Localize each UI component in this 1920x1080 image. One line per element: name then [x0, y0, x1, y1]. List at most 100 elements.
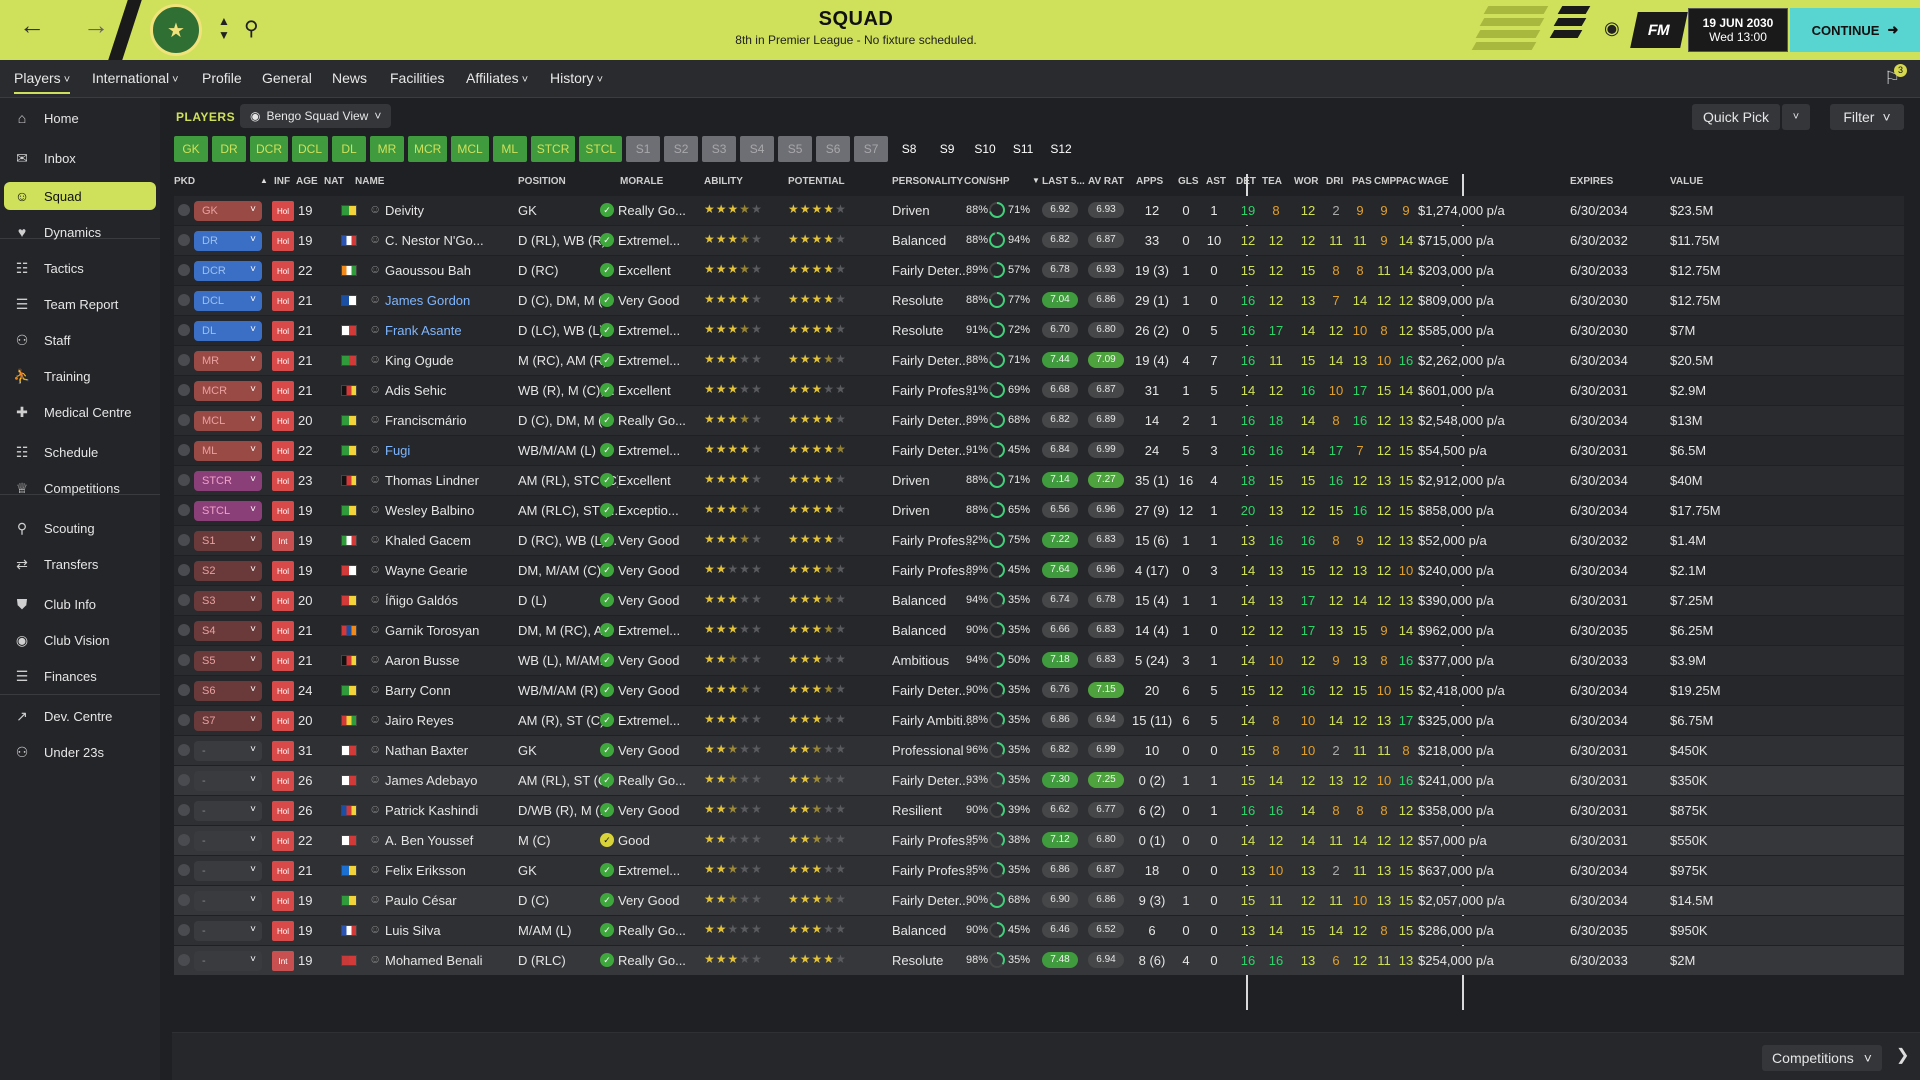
select-checkbox[interactable] [178, 444, 190, 456]
sidebar-item-squad[interactable]: ☺ Squad [4, 182, 156, 210]
position-picker[interactable]: MR ˅ [194, 351, 262, 371]
position-filter-dr[interactable]: DR [212, 136, 246, 162]
position-filter-s9[interactable]: S9 [930, 136, 964, 162]
player-name[interactable]: Barry Conn [385, 683, 517, 698]
table-row[interactable]: - ˅ Hol 19 ☺ Paulo César D (C) ✓ Very Good ★★★★★ ★… [174, 886, 1904, 915]
table-row[interactable]: S7 ˅ Hol 20 ☺ Jairo Reyes AM (R), ST (C) ✓ Extre… [174, 706, 1904, 735]
player-name[interactable]: Felix Eriksson [385, 863, 517, 878]
sidebar-item-club-info[interactable]: ⛊ Club Info [4, 590, 156, 618]
select-checkbox[interactable] [178, 834, 190, 846]
select-checkbox[interactable] [178, 954, 190, 966]
position-picker[interactable]: S2 ˅ [194, 561, 262, 581]
sort-arrow-icon[interactable]: ▲ [260, 176, 268, 185]
position-picker[interactable]: - ˅ [194, 831, 262, 851]
column-header-name[interactable]: NAME [355, 176, 384, 187]
column-header-wage[interactable]: WAGE [1418, 176, 1449, 187]
select-checkbox[interactable] [178, 264, 190, 276]
player-name[interactable]: Thomas Lindner [385, 473, 517, 488]
table-row[interactable]: DL ˅ Hol 21 ☺ Frank Asante D (LC), WB (L) ✓ Extr… [174, 316, 1904, 345]
menu-international[interactable]: International ˅ [92, 70, 179, 86]
table-row[interactable]: S2 ˅ Hol 19 ☺ Wayne Gearie DM, M/AM (C) ✓ Very G… [174, 556, 1904, 585]
position-picker[interactable]: S7 ˅ [194, 711, 262, 731]
position-filter-s7[interactable]: S7 [854, 136, 889, 162]
table-row[interactable]: S3 ˅ Hol 20 ☺ Íñigo Galdós D (L) ✓ Very Good ★★★★… [174, 586, 1904, 615]
position-picker[interactable]: DL ˅ [194, 321, 262, 341]
column-header-con[interactable]: CON/SHP [964, 176, 1010, 187]
column-header-wor[interactable]: WOR [1294, 176, 1318, 187]
select-checkbox[interactable] [178, 594, 190, 606]
table-row[interactable]: MCR ˅ Hol 21 ☺ Adis Sehic WB (R), M (C),... ✓ Ex… [174, 376, 1904, 405]
player-name[interactable]: Íñigo Galdós [385, 593, 517, 608]
position-filter-stcl[interactable]: STCL [579, 136, 623, 162]
column-header-tea[interactable]: TEA [1262, 176, 1282, 187]
position-picker[interactable]: - ˅ [194, 741, 262, 761]
table-row[interactable]: S1 ˅ Int 19 ☺ Khaled Gacem D (RC), WB (L)... ✓ V… [174, 526, 1904, 555]
competitions-dropdown[interactable]: Competitions ˅ [1762, 1045, 1882, 1071]
select-checkbox[interactable] [178, 474, 190, 486]
sidebar-item-under-23s[interactable]: ⚇ Under 23s [4, 738, 156, 766]
sidebar-item-staff[interactable]: ⚇ Staff [4, 326, 156, 354]
sidebar-item-home[interactable]: ⌂ Home [4, 104, 156, 132]
column-header-age[interactable]: AGE [296, 176, 318, 187]
column-header-pas[interactable]: PAS [1352, 176, 1372, 187]
table-row[interactable]: STCL ˅ Hol 19 ☺ Wesley Balbino AM (RLC), ST (.… [174, 496, 1904, 525]
player-name[interactable]: Khaled Gacem [385, 533, 517, 548]
column-header-pkd[interactable]: PKD [174, 176, 195, 187]
select-checkbox[interactable] [178, 774, 190, 786]
position-filter-mcl[interactable]: MCL [451, 136, 489, 162]
table-row[interactable]: - ˅ Hol 31 ☺ Nathan Baxter GK ✓ Very Good ★★★★★ ★★… [174, 736, 1904, 765]
column-header-apps[interactable]: APPS [1136, 176, 1163, 187]
position-picker[interactable]: GK ˅ [194, 201, 262, 221]
menu-general[interactable]: General [262, 70, 312, 86]
select-checkbox[interactable] [178, 894, 190, 906]
select-checkbox[interactable] [178, 804, 190, 816]
position-picker[interactable]: - ˅ [194, 951, 262, 971]
menu-players[interactable]: Players ˅ [14, 70, 71, 94]
chevron-down-icon[interactable]: ˅ [1782, 104, 1810, 130]
table-row[interactable]: - ˅ Int 19 ☺ Mohamed Benali D (RLC) ✓ Really Go.… [174, 946, 1904, 975]
select-checkbox[interactable] [178, 864, 190, 876]
select-checkbox[interactable] [178, 534, 190, 546]
select-checkbox[interactable] [178, 294, 190, 306]
position-filter-ml[interactable]: ML [492, 136, 527, 162]
position-picker[interactable]: S1 ˅ [194, 531, 262, 551]
select-checkbox[interactable] [178, 924, 190, 936]
position-filter-dcr[interactable]: DCR [250, 136, 288, 162]
player-name[interactable]: Deivity [385, 203, 517, 218]
position-filter-gk[interactable]: GK [174, 136, 208, 162]
table-row[interactable]: DR ˅ Hol 19 ☺ C. Nestor N'Go... D (RL), WB (R)… [174, 226, 1904, 255]
select-checkbox[interactable] [178, 234, 190, 246]
sidebar-item-club-vision[interactable]: ◉ Club Vision [4, 626, 156, 654]
menu-facilities[interactable]: Facilities [390, 70, 444, 86]
sidebar-item-finances[interactable]: ☰ Finances [4, 662, 156, 690]
position-picker[interactable]: DCR ˅ [194, 261, 262, 281]
sort-chevron-icon[interactable]: ▼ [1032, 176, 1040, 185]
table-row[interactable]: - ˅ Hol 21 ☺ Felix Eriksson GK ✓ Extremel... ★★★★… [174, 856, 1904, 885]
player-name[interactable]: Wesley Balbino [385, 503, 517, 518]
position-filter-dcl[interactable]: DCL [292, 136, 329, 162]
column-header-ast[interactable]: AST [1206, 176, 1226, 187]
player-name[interactable]: Gaoussou Bah [385, 263, 517, 278]
continue-button[interactable]: CONTINUE ➜ [1790, 8, 1920, 52]
column-header-avrat[interactable]: AV RAT [1088, 176, 1124, 187]
column-header-inf[interactable]: INF [274, 176, 290, 187]
position-picker[interactable]: - ˅ [194, 771, 262, 791]
player-name[interactable]: Mohamed Benali [385, 953, 517, 968]
sidebar-item-transfers[interactable]: ⇄ Transfers [4, 550, 156, 578]
table-row[interactable]: DCL ˅ Hol 21 ☺ James Gordon D (C), DM, M (... ✓… [174, 286, 1904, 315]
sidebar-item-tactics[interactable]: ☷ Tactics [4, 254, 156, 282]
position-picker[interactable]: - ˅ [194, 891, 262, 911]
table-row[interactable]: MCL ˅ Hol 20 ☺ Franciscmário D (C), DM, M (...… [174, 406, 1904, 435]
position-picker[interactable]: S3 ˅ [194, 591, 262, 611]
player-name[interactable]: James Adebayo [385, 773, 517, 788]
position-filter-s3[interactable]: S3 [702, 136, 737, 162]
column-header-expires[interactable]: EXPIRES [1570, 176, 1613, 187]
date-display[interactable]: 19 JUN 2030 Wed 13:00 [1688, 8, 1788, 52]
table-row[interactable]: - ˅ Hol 26 ☺ Patrick Kashindi D/WB (R), M (...… [174, 796, 1904, 825]
select-checkbox[interactable] [178, 564, 190, 576]
position-picker[interactable]: S5 ˅ [194, 651, 262, 671]
sidebar-item-inbox[interactable]: ✉ Inbox [4, 144, 156, 172]
chevron-right-icon[interactable]: ❯ [1896, 1045, 1909, 1065]
player-name[interactable]: Adis Sehic [385, 383, 517, 398]
sidebar-item-competitions[interactable]: ♕ Competitions [4, 474, 156, 502]
